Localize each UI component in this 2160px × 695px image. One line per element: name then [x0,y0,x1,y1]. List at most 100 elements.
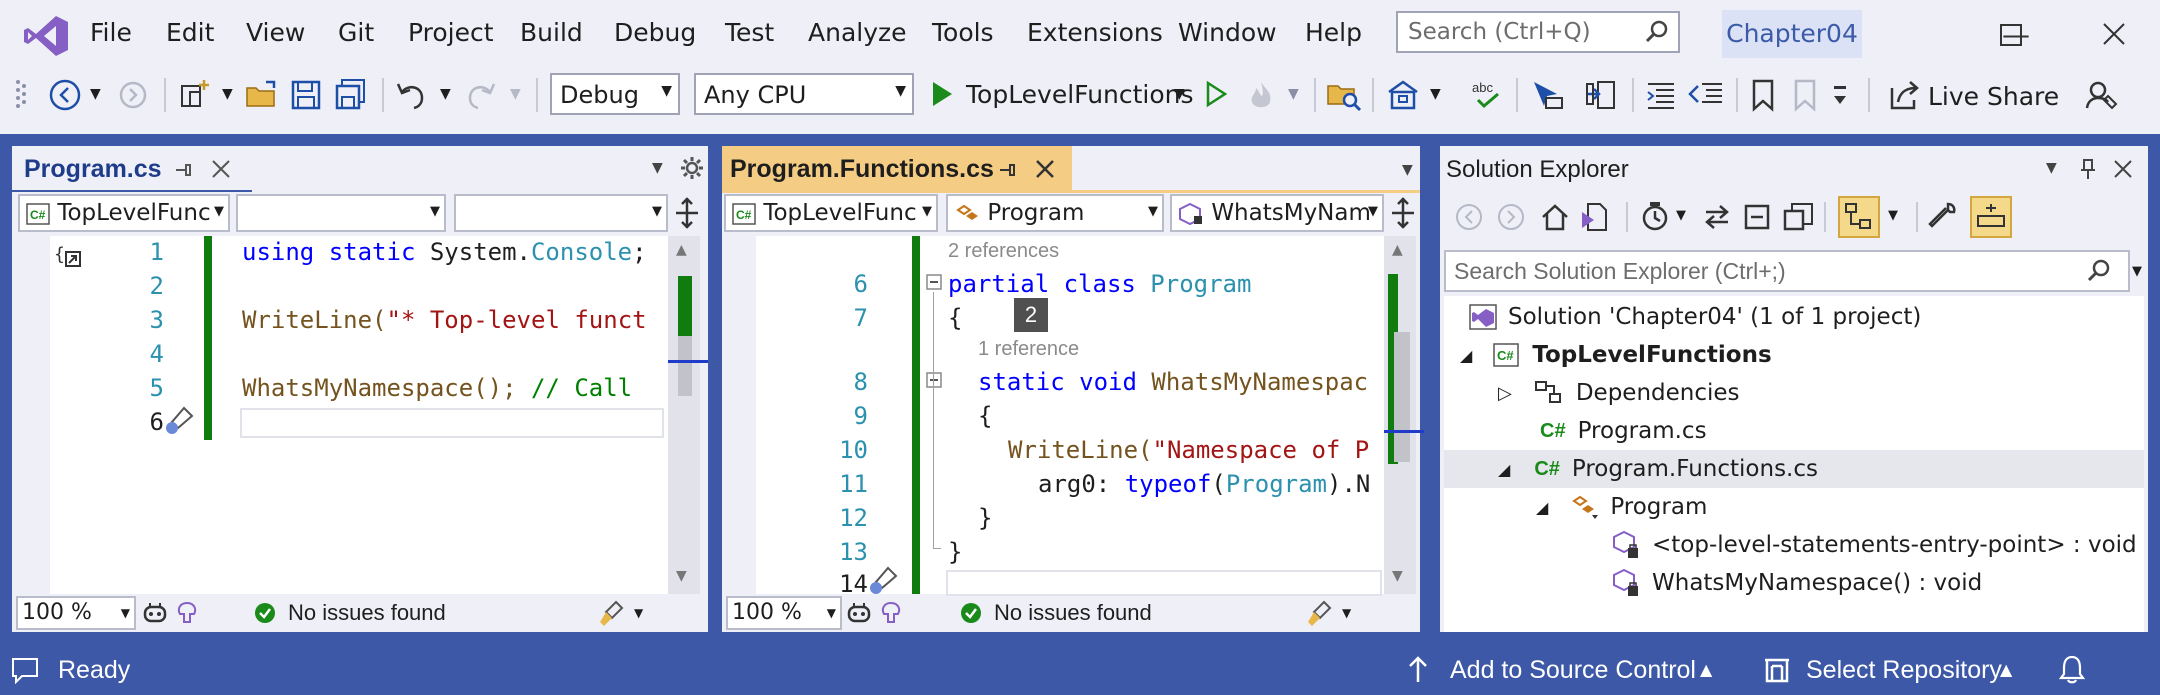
tab-program-functions-cs[interactable]: Program.Functions.cs [722,146,1072,192]
bookmark-icon[interactable] [1748,78,1778,112]
collapse-region-icon[interactable] [926,274,942,290]
navigate-forward-icon[interactable] [116,78,150,112]
start-without-debugging-icon[interactable] [1204,80,1228,108]
solution-platform-combo[interactable]: Any CPU ▼ [694,73,914,115]
chevron-up-icon[interactable]: ▲ [2000,660,2012,679]
tree-item-dependencies[interactable]: ▷ Dependencies [1498,376,1740,410]
scroll-thumb[interactable] [1394,332,1410,462]
redo-icon[interactable] [464,78,498,112]
tab-list-dropdown-icon[interactable]: ▼ [1402,162,1413,178]
expanded-arrow-icon[interactable]: ◢ [1460,346,1472,365]
notifications-output-icon[interactable] [10,656,40,684]
editor2-type-combo[interactable]: Program ▼ [946,194,1164,232]
scroll-down-icon[interactable]: ▼ [1392,568,1403,584]
intellicode-icon[interactable] [174,600,200,626]
quick-actions-brush-icon[interactable] [164,404,196,438]
codelens-references[interactable]: 1 reference [978,338,1079,361]
collapse-region-icon[interactable] [926,372,942,388]
split-window-icon[interactable] [1390,196,1416,230]
tab-program-cs[interactable]: Program.cs [12,146,162,192]
hot-reload-dropdown-icon[interactable]: ▼ [1288,86,1299,102]
start-debugging-icon[interactable] [930,80,954,108]
tree-item-program-class[interactable]: ◢ Program [1536,490,1707,524]
uncomment-lines-icon[interactable] [1688,78,1724,112]
editor2-project-combo[interactable]: C# TopLevelFunc ▼ [724,194,938,232]
open-in-editor-icon[interactable] [1584,78,1618,112]
pin-tab-icon[interactable] [174,160,194,180]
zoom-combo[interactable]: 100 % ▼ [726,596,842,630]
menu-view[interactable]: View [246,18,305,47]
tree-item-solution[interactable]: Solution 'Chapter04' (1 of 1 project) [1468,300,1921,334]
intellicode-icon[interactable] [878,600,904,626]
menu-build[interactable]: Build [520,18,583,47]
window-position-dropdown-icon[interactable]: ▼ [2046,160,2057,176]
toolbar-overflow-icon[interactable] [1830,78,1850,112]
home-icon[interactable] [1540,202,1570,232]
select-repository-button[interactable]: Select Repository [1806,656,2002,685]
new-project-icon[interactable] [178,78,214,112]
quick-actions-brush-icon[interactable] [868,566,900,596]
navigate-back-icon[interactable] [48,78,82,112]
editor-settings-gear-icon[interactable] [680,156,704,180]
search-options-dropdown-icon[interactable]: ▼ [2132,264,2142,279]
switch-views-icon[interactable] [1580,200,1616,234]
menu-help[interactable]: Help [1305,18,1362,47]
pin-tab-icon[interactable] [998,160,1018,180]
tree-item-program-functions-cs[interactable]: ◢ C# Program.Functions.cs [1498,452,1818,486]
open-folder-icon[interactable] [244,78,278,112]
sync-with-active-document-icon[interactable] [1702,202,1732,232]
menu-git[interactable]: Git [338,18,374,47]
tree-item-entry-point[interactable]: <top-level-statements-entry-point> : voi… [1612,528,2137,562]
account-feedback-icon[interactable] [2084,78,2118,112]
filter-dropdown-icon[interactable]: ▼ [1676,208,1686,223]
copilot-icon[interactable] [142,600,168,626]
tab-list-dropdown-icon[interactable]: ▼ [652,160,663,176]
comment-lines-icon[interactable] [1644,78,1678,112]
editor2-member-combo[interactable]: WhatsMyNam ▼ [1170,194,1384,232]
editor2-vertical-scrollbar[interactable]: ▲ ▼ [1384,236,1416,594]
startup-dropdown-icon[interactable]: ▼ [1174,86,1185,102]
live-share-label[interactable]: Live Share [1928,82,2059,111]
codelens-references[interactable]: 2 references [948,240,1059,263]
collapsed-arrow-icon[interactable]: ▷ [1498,383,1512,404]
expanded-arrow-icon[interactable]: ◢ [1498,460,1510,479]
cleanup-dropdown-icon[interactable]: ▼ [1342,606,1351,620]
menu-debug[interactable]: Debug [614,18,696,47]
notifications-bell-icon[interactable] [2058,654,2086,684]
code-cleanup-brush-icon[interactable] [598,600,626,628]
spell-check-icon[interactable]: abc [1470,78,1504,112]
cleanup-dropdown-icon[interactable]: ▼ [634,606,643,620]
browser-link-dropdown-icon[interactable]: ▼ [1430,86,1441,102]
hot-reload-icon[interactable] [1244,78,1278,112]
add-to-source-control-button[interactable]: Add to Source Control [1450,656,1696,685]
menu-extensions[interactable]: Extensions [1027,18,1163,47]
menu-tools[interactable]: Tools [932,18,994,47]
copilot-icon[interactable] [846,600,872,626]
maximize-icon[interactable] [2000,24,2022,46]
editor1-project-combo[interactable]: C# TopLevelFunc ▼ [18,194,230,232]
startup-project-label[interactable]: TopLevelFunctions [966,80,1194,109]
close-tab-icon[interactable] [210,158,232,180]
chevron-up-icon[interactable]: ▲ [1700,660,1712,679]
close-tab-icon[interactable] [1034,158,1056,180]
menu-test[interactable]: Test [725,18,774,47]
close-panel-icon[interactable] [2112,158,2134,180]
scroll-up-icon[interactable]: ▲ [1392,242,1403,258]
close-window-icon[interactable] [2102,22,2126,46]
show-all-files-icon[interactable] [1782,202,1814,232]
menu-window[interactable]: Window [1178,18,1277,47]
scroll-thumb[interactable] [678,336,692,396]
scroll-down-icon[interactable]: ▼ [676,568,687,584]
select-element-icon[interactable] [1530,78,1564,112]
forward-icon[interactable] [1496,202,1526,232]
browser-link-icon[interactable] [1386,78,1420,112]
search-input[interactable]: Search (Ctrl+Q) [1396,11,1680,53]
menu-file[interactable]: File [90,18,132,47]
menu-edit[interactable]: Edit [166,18,214,47]
find-in-files-icon[interactable] [1326,78,1362,112]
preview-toggle[interactable] [1970,196,2012,238]
new-project-dropdown-icon[interactable]: ▼ [222,86,233,102]
back-dropdown-icon[interactable]: ▼ [90,86,101,102]
undo-dropdown-icon[interactable]: ▼ [440,86,451,102]
previous-bookmark-icon[interactable] [1790,78,1820,112]
